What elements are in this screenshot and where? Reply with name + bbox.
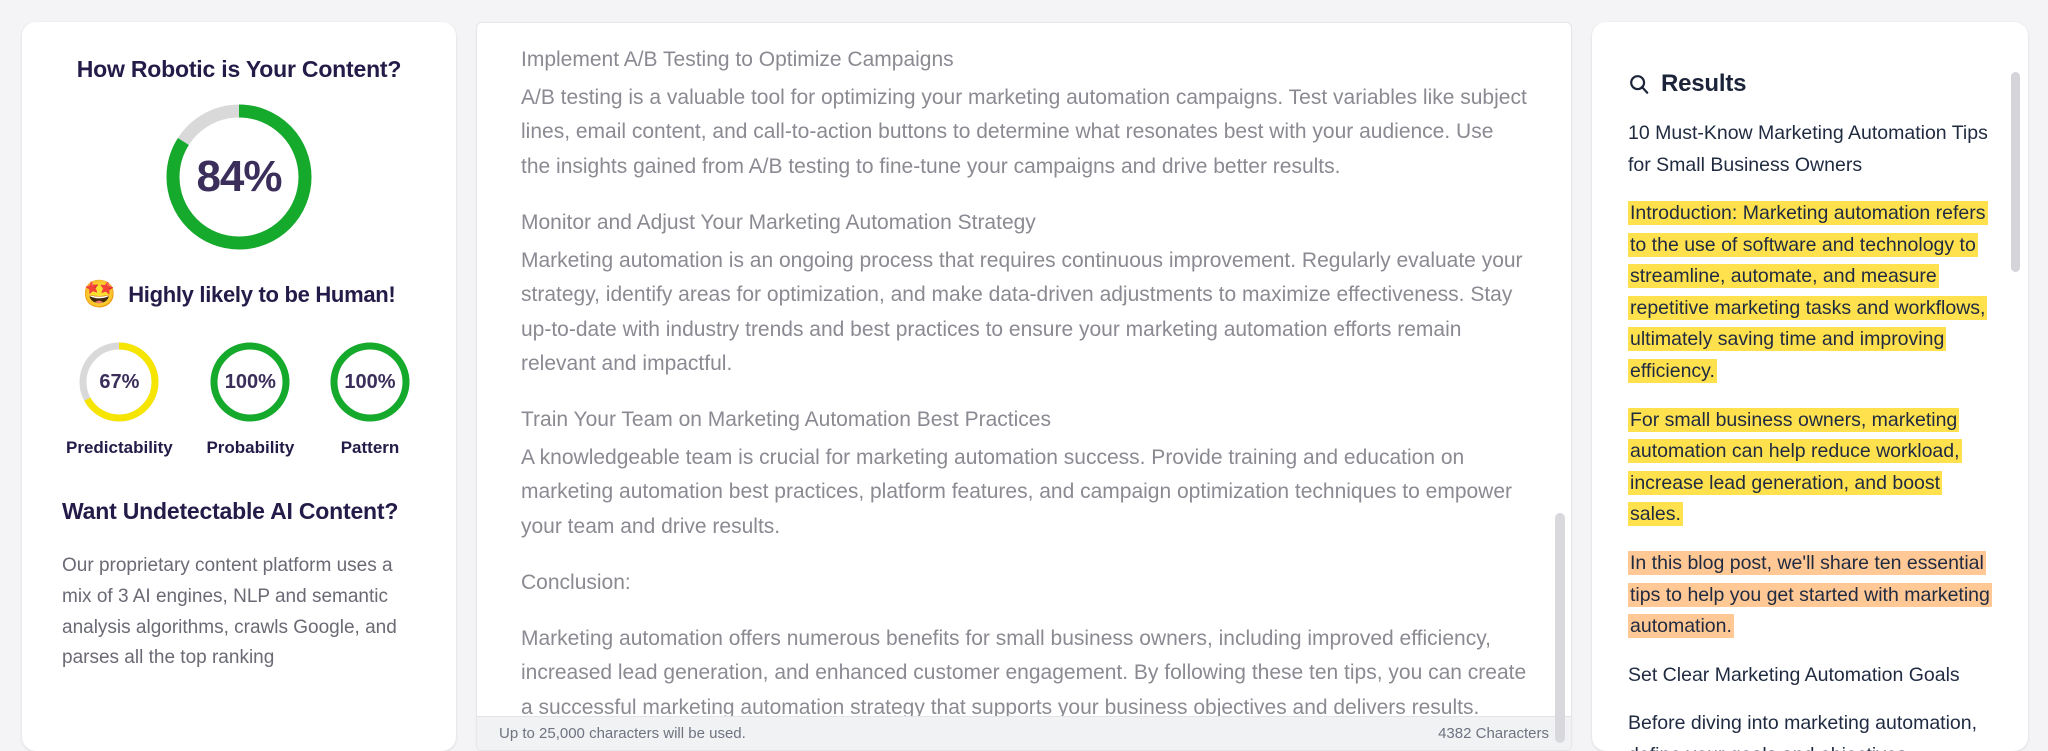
content-score-panel: How Robotic is Your Content? 84% 🤩 Highl… bbox=[22, 22, 456, 751]
highlighted-text: Introduction: Marketing automation refer… bbox=[1628, 201, 1988, 384]
character-limit-note: Up to 25,000 characters will be used. bbox=[499, 725, 746, 742]
results-content: 10 Must-Know Marketing Automation Tips f… bbox=[1628, 118, 1992, 751]
predictability-gauge: 67% bbox=[77, 340, 161, 424]
highlighted-text: For small business owners, marketing aut… bbox=[1628, 407, 1962, 527]
result-block: Set Clear Marketing Automation Goals bbox=[1628, 663, 1960, 686]
highlighted-text: In this blog post, we'll share ten essen… bbox=[1628, 550, 1992, 639]
editor-paragraph-spacer bbox=[521, 548, 1527, 566]
character-count: 4382 Characters bbox=[1438, 725, 1549, 742]
pattern-value: 100% bbox=[344, 370, 396, 393]
app-root: How Robotic is Your Content? 84% 🤩 Highl… bbox=[0, 0, 2048, 751]
predictability-value: 67% bbox=[99, 370, 140, 393]
verdict-text: Highly likely to be Human! bbox=[128, 281, 396, 307]
cta-heading: Want Undetectable AI Content? bbox=[62, 498, 399, 524]
metric-pattern: 100% Pattern bbox=[328, 340, 412, 458]
editor-paragraph-spacer bbox=[521, 188, 1527, 206]
star-struck-emoji: 🤩 bbox=[82, 279, 117, 309]
content-editor-panel[interactable]: Implement A/B Testing to Optimize Campai… bbox=[476, 22, 1572, 751]
robotic-score-gauge: 84% bbox=[161, 99, 317, 255]
editor-paragraph: Train Your Team on Marketing Automation … bbox=[521, 407, 1051, 431]
result-block: Introduction: Marketing automation refer… bbox=[1628, 198, 1992, 387]
main-gauge-wrapper: 84% bbox=[62, 99, 416, 255]
pattern-label: Pattern bbox=[340, 438, 400, 457]
editor-paragraph-spacer bbox=[521, 385, 1527, 403]
editor-paragraph: Marketing automation offers numerous ben… bbox=[521, 627, 1527, 716]
result-block: For small business owners, marketing aut… bbox=[1628, 405, 1992, 531]
search-icon bbox=[1628, 73, 1650, 95]
result-block: In this blog post, we'll share ten essen… bbox=[1628, 548, 1992, 643]
results-scrollbar[interactable] bbox=[2011, 72, 2020, 272]
probability-value: 100% bbox=[224, 370, 276, 393]
cta-body-text: Our proprietary content platform uses a … bbox=[62, 555, 397, 669]
editor-paragraph: Conclusion: bbox=[521, 570, 631, 594]
results-header: Results bbox=[1628, 70, 1992, 98]
pattern-gauge: 100% bbox=[328, 340, 412, 424]
result-block: 10 Must-Know Marketing Automation Tips f… bbox=[1628, 122, 1988, 176]
probability-gauge: 100% bbox=[208, 340, 292, 424]
results-title: Results bbox=[1661, 70, 1747, 97]
editor-footer: Up to 25,000 characters will be used. 43… bbox=[477, 716, 1571, 750]
editor-paragraph: A/B testing is a valuable tool for optim… bbox=[521, 86, 1527, 178]
editor-paragraph: Implement A/B Testing to Optimize Campai… bbox=[521, 48, 954, 71]
content-editor-textarea[interactable]: Implement A/B Testing to Optimize Campai… bbox=[477, 23, 1571, 716]
probability-label: Probability bbox=[206, 438, 295, 457]
sub-metrics: 67% Predictability 100% Probability 100%… bbox=[62, 340, 416, 458]
results-panel: Results 10 Must-Know Marketing Automatio… bbox=[1592, 22, 2028, 751]
metric-predictability: 67% Predictability bbox=[66, 340, 173, 458]
panel-title: How Robotic is Your Content? bbox=[76, 56, 402, 82]
editor-paragraph-spacer bbox=[521, 604, 1527, 622]
editor-paragraph: Monitor and Adjust Your Marketing Automa… bbox=[521, 210, 1036, 234]
predictability-label: Predictability bbox=[66, 438, 173, 457]
result-block: Before diving into marketing automation,… bbox=[1628, 712, 1978, 751]
editor-scrollbar[interactable] bbox=[1555, 513, 1565, 743]
metric-probability: 100% Probability bbox=[206, 340, 294, 458]
verdict-row: 🤩 Highly likely to be Human! bbox=[62, 281, 416, 308]
robotic-score-value: 84% bbox=[196, 152, 282, 201]
editor-paragraph: Marketing automation is an ongoing proce… bbox=[521, 249, 1523, 375]
editor-paragraph: A knowledgeable team is crucial for mark… bbox=[521, 446, 1513, 538]
